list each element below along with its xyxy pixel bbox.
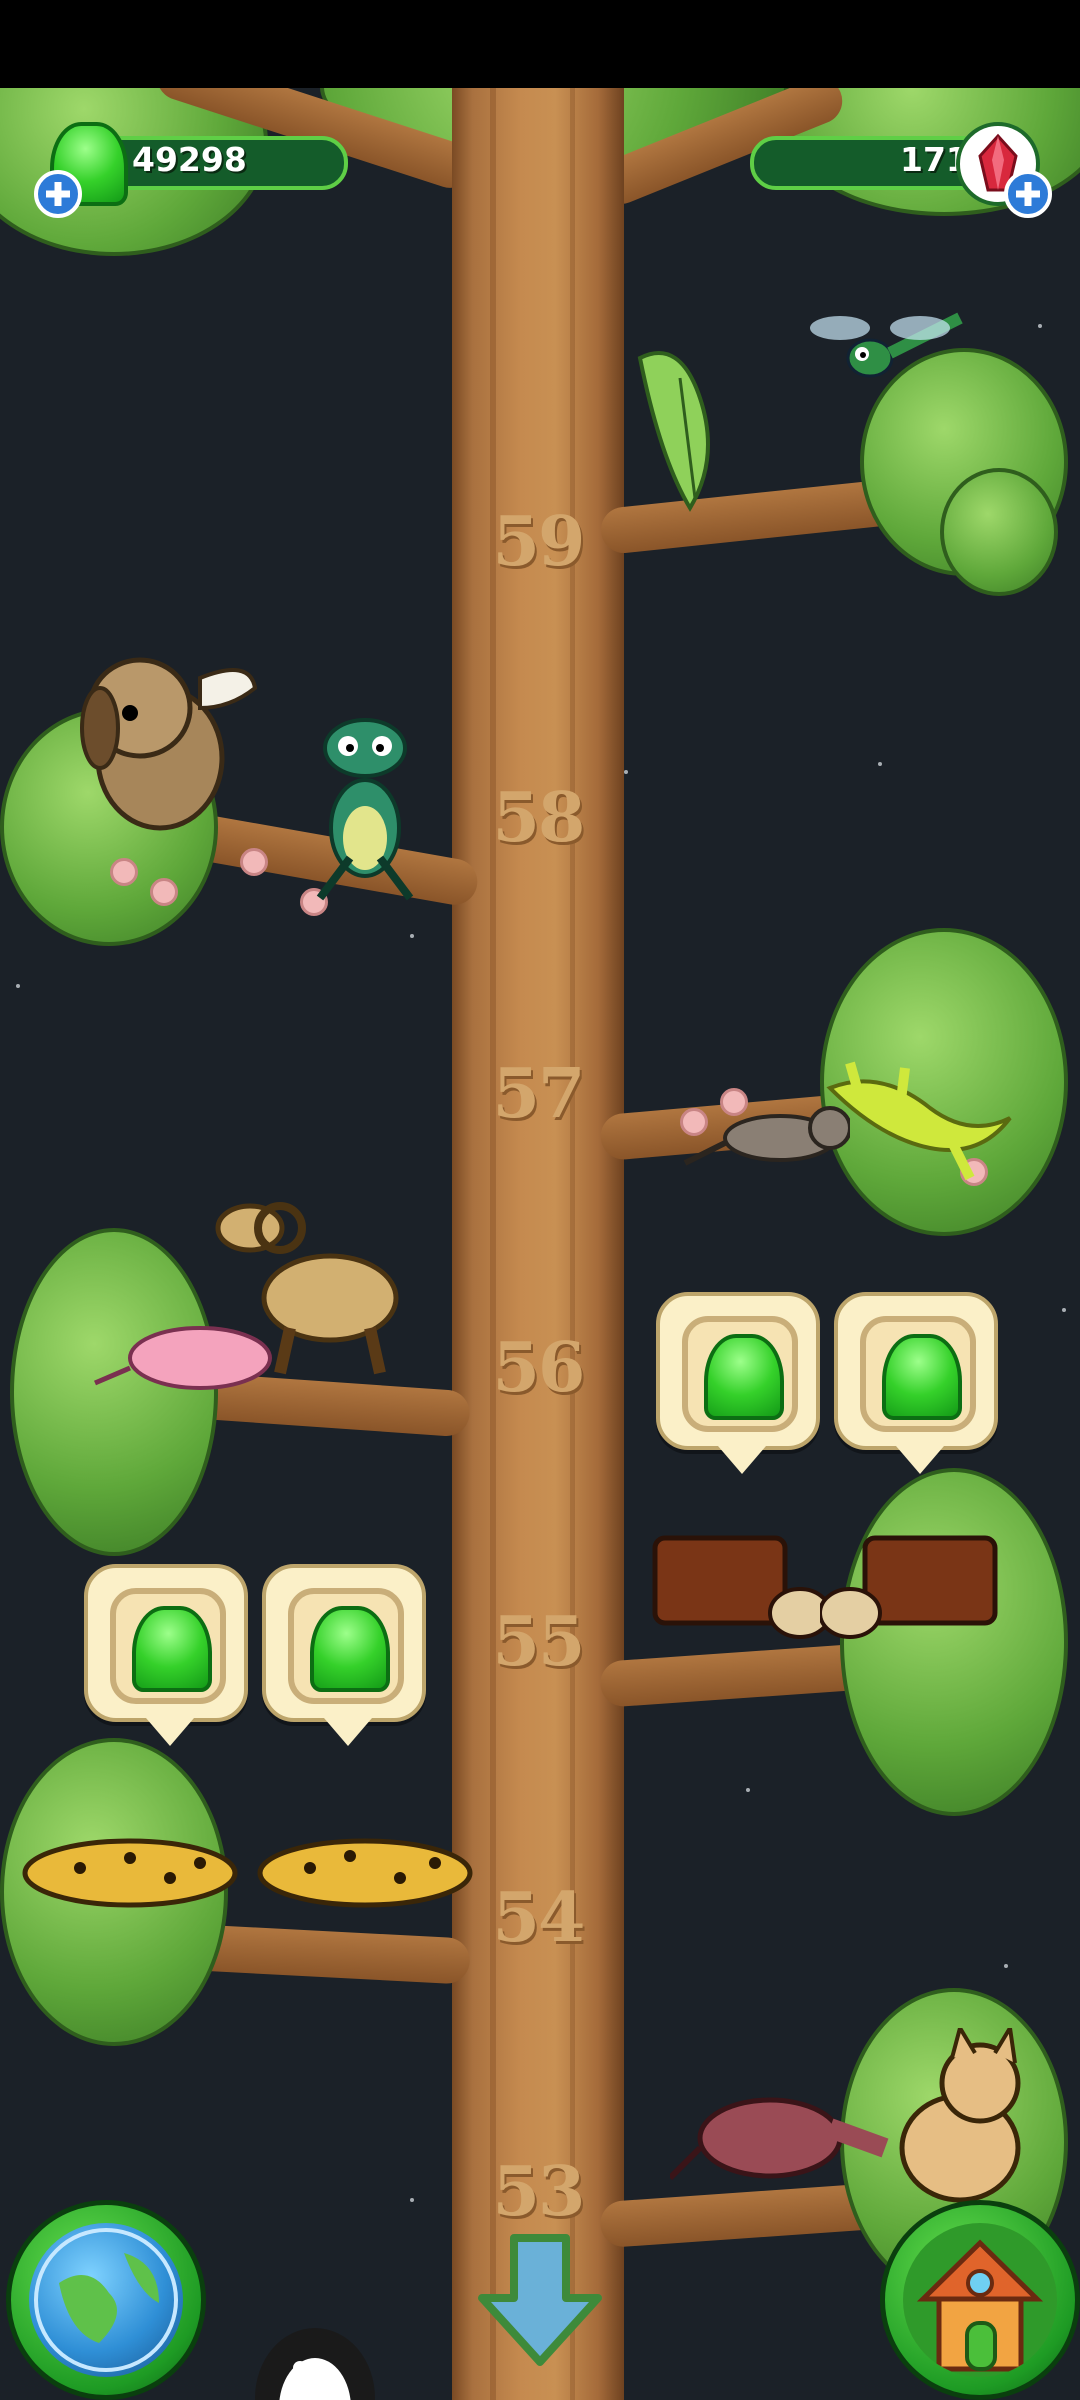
star: [1038, 324, 1042, 328]
add-gelly-plus-icon[interactable]: [34, 170, 82, 218]
aardvark-animal[interactable]: [667, 2068, 890, 2198]
home-button[interactable]: [880, 2200, 1080, 2400]
leaf-insect-animal[interactable]: [620, 338, 760, 518]
brown-animal-right[interactable]: [818, 1528, 1000, 1648]
dragonfly-animal[interactable]: [800, 298, 970, 418]
branch-foliage: [940, 468, 1058, 596]
star: [746, 1788, 750, 1792]
green-gelly-icon: [132, 1606, 212, 1692]
blossom: [110, 858, 138, 886]
star: [624, 770, 628, 774]
gelly-reward-bubble[interactable]: [84, 1564, 248, 1746]
star: [410, 934, 414, 938]
level-number-56: 56: [492, 1328, 586, 1408]
star: [1004, 1964, 1008, 1968]
add-gems-plus-icon[interactable]: [1004, 170, 1052, 218]
level-number-59: 59: [492, 502, 586, 582]
gelly-reward-bubble[interactable]: [262, 1564, 426, 1746]
tree-trunk: [452, 88, 624, 2400]
star: [1062, 1308, 1066, 1312]
cheetah-animal-left[interactable]: [20, 1828, 250, 1918]
level-number-53: 53: [492, 2152, 586, 2232]
gelly-reward-bubble[interactable]: [656, 1292, 820, 1474]
leafy-sea-dragon-animal[interactable]: [820, 1058, 1020, 1188]
camel-ram-animal[interactable]: [210, 1188, 410, 1378]
cheetah-animal-right[interactable]: [250, 1828, 480, 1918]
globe-button[interactable]: [6, 2200, 206, 2400]
level-number-57: 57: [492, 1054, 586, 1134]
winged-dog-animal[interactable]: [60, 618, 260, 848]
star: [878, 762, 882, 766]
level-number-55: 55: [492, 1602, 586, 1682]
star: [410, 2198, 414, 2202]
level-number-54: 54: [492, 1878, 586, 1958]
globe-icon: [29, 2223, 183, 2377]
green-gelly-icon: [882, 1334, 962, 1420]
brown-animal-left[interactable]: [650, 1528, 832, 1648]
down-arrow-icon[interactable]: [468, 2228, 612, 2372]
green-gelly-icon: [310, 1606, 390, 1692]
tree-scene: 59 58 57 56 55 54 53: [0, 88, 1080, 2400]
green-gelly-icon: [704, 1334, 784, 1420]
blossom: [150, 878, 178, 906]
blossom: [240, 848, 268, 876]
status-bar: [0, 0, 1080, 88]
bobcat-animal[interactable]: [880, 2022, 1040, 2208]
penguin-animal[interactable]: [240, 2308, 390, 2400]
level-number-58: 58: [492, 778, 586, 858]
gelly-count: 49298: [132, 140, 247, 179]
gelly-reward-bubble[interactable]: [834, 1292, 998, 1474]
house-icon: [903, 2223, 1057, 2377]
mantis-animal[interactable]: [280, 708, 450, 908]
star: [16, 984, 20, 988]
